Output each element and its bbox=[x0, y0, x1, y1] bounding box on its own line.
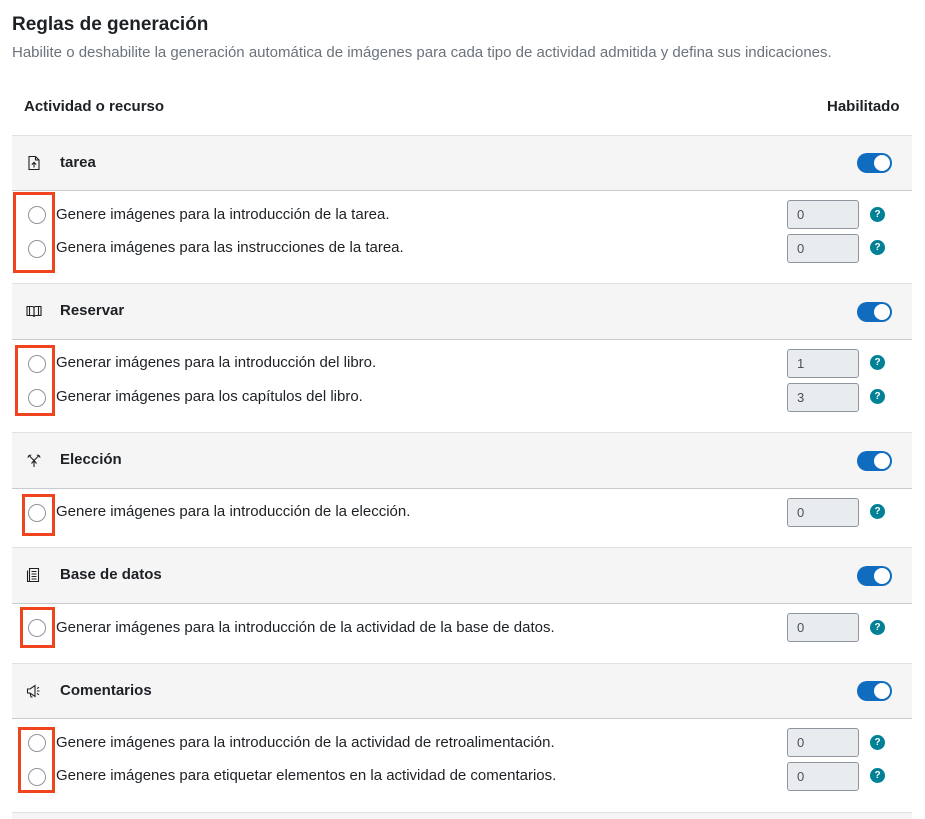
help-icon[interactable]: ? bbox=[870, 240, 885, 255]
help-icon[interactable]: ? bbox=[870, 620, 885, 635]
enable-toggle-tarea[interactable] bbox=[857, 153, 892, 173]
option-label: Genere imágenes para la introducción de … bbox=[56, 734, 555, 751]
activity-name-eleccion: Elección bbox=[60, 451, 122, 468]
help-icon[interactable]: ? bbox=[870, 207, 885, 222]
help-icon[interactable]: ? bbox=[870, 735, 885, 750]
activity-name-reservar: Reservar bbox=[60, 302, 125, 319]
option-label: Generar imágenes para los capítulos del … bbox=[56, 388, 363, 405]
activity-row-reservar: Reservar bbox=[12, 284, 912, 339]
option-label: Genere imágenes para la introducción de … bbox=[56, 503, 411, 520]
divider bbox=[12, 718, 912, 719]
checkbox-highlight bbox=[13, 192, 55, 273]
activity-name-comentarios: Comentarios bbox=[60, 682, 152, 699]
activity-row-tarea: tarea bbox=[12, 136, 912, 190]
option-count-input[interactable]: 1 bbox=[787, 349, 859, 378]
help-icon[interactable]: ? bbox=[870, 389, 885, 404]
activity-name-base-de-datos: Base de datos bbox=[60, 566, 162, 583]
choice-icon bbox=[26, 452, 42, 468]
checkbox-highlight bbox=[18, 727, 55, 793]
help-icon[interactable]: ? bbox=[870, 504, 885, 519]
column-header-enabled: Habilitado bbox=[827, 98, 900, 115]
option-label: Genera imágenes para las instrucciones d… bbox=[56, 239, 404, 256]
divider bbox=[12, 488, 912, 489]
checkbox-highlight bbox=[15, 345, 55, 416]
book-icon bbox=[26, 303, 42, 319]
option-count-input[interactable]: 0 bbox=[787, 613, 859, 642]
divider bbox=[12, 339, 912, 340]
activity-row-base-de-datos: Base de datos bbox=[12, 548, 912, 603]
next-row-partial bbox=[12, 813, 912, 819]
enable-toggle-base-de-datos[interactable] bbox=[857, 566, 892, 586]
option-count-input[interactable]: 0 bbox=[787, 728, 859, 757]
checkbox-highlight bbox=[20, 607, 55, 648]
enable-toggle-reservar[interactable] bbox=[857, 302, 892, 322]
activity-row-comentarios: Comentarios bbox=[12, 664, 912, 718]
option-label: Genere imágenes para la introducción de … bbox=[56, 206, 390, 223]
divider bbox=[12, 190, 912, 191]
feedback-megaphone-icon bbox=[26, 683, 42, 699]
option-count-input[interactable]: 3 bbox=[787, 383, 859, 412]
option-label: Generar imágenes para la introducción de… bbox=[56, 354, 377, 371]
enable-toggle-eleccion[interactable] bbox=[857, 451, 892, 471]
option-count-input[interactable]: 0 bbox=[787, 200, 859, 229]
option-label: Genere imágenes para etiquetar elementos… bbox=[56, 767, 557, 784]
assignment-upload-icon bbox=[26, 155, 42, 171]
activity-name-tarea: tarea bbox=[60, 154, 96, 171]
page-title: Reglas de generación bbox=[12, 14, 209, 35]
column-header-activity: Actividad o recurso bbox=[24, 98, 165, 115]
help-icon[interactable]: ? bbox=[870, 355, 885, 370]
checkbox-highlight bbox=[22, 494, 55, 536]
activity-row-eleccion: Elección bbox=[12, 433, 912, 488]
enable-toggle-comentarios[interactable] bbox=[857, 681, 892, 701]
database-icon bbox=[26, 567, 42, 583]
page-subtitle: Habilite o deshabilite la generación aut… bbox=[12, 44, 832, 61]
option-count-input[interactable]: 0 bbox=[787, 498, 859, 527]
option-count-input[interactable]: 0 bbox=[787, 234, 859, 263]
option-count-input[interactable]: 0 bbox=[787, 762, 859, 791]
option-label: Generar imágenes para la introducción de… bbox=[56, 619, 555, 636]
help-icon[interactable]: ? bbox=[870, 768, 885, 783]
divider bbox=[12, 603, 912, 604]
